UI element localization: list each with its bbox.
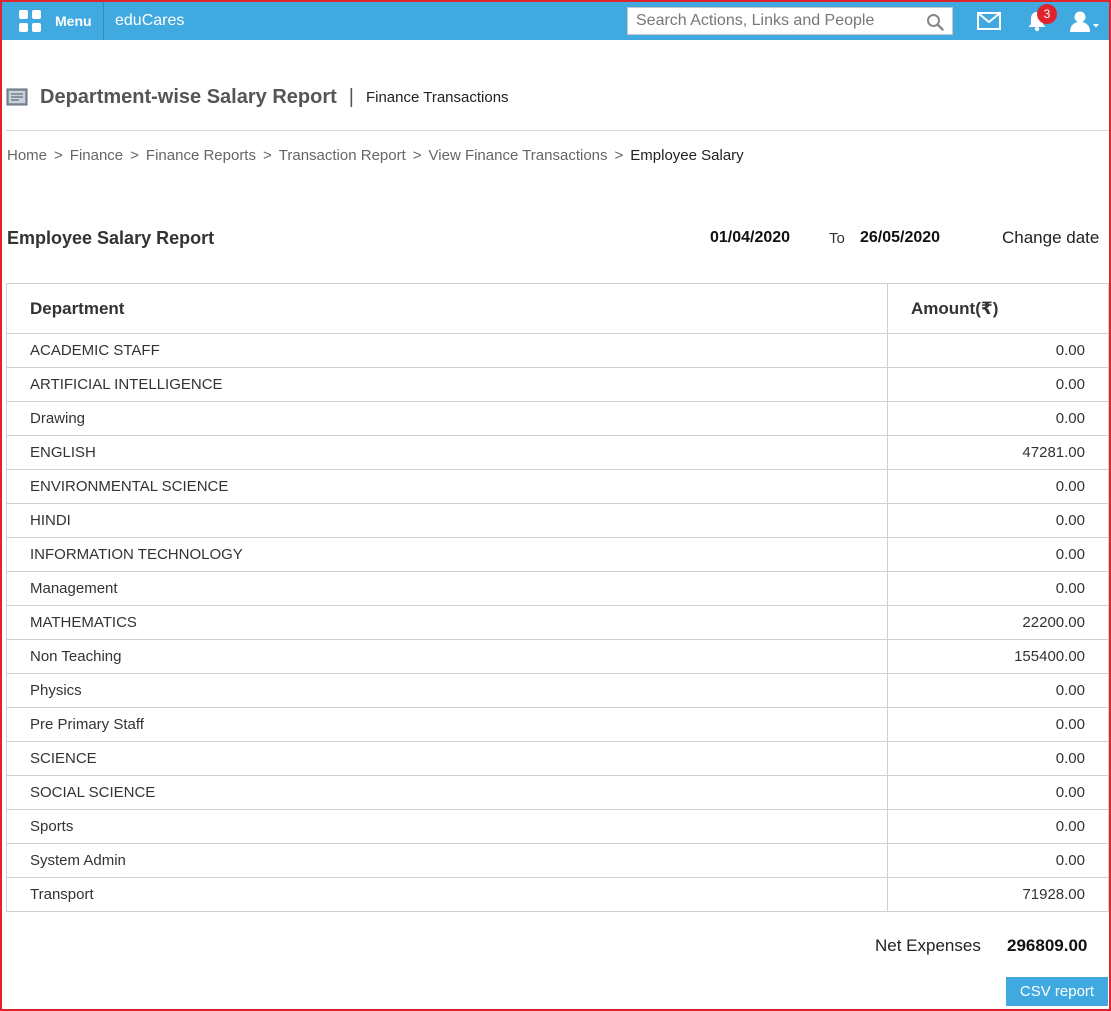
amount-cell: 0.00 [887,571,1109,606]
department-cell: ENVIRONMENTAL SCIENCE [6,469,888,504]
amount-cell: 0.00 [887,469,1109,504]
department-cell: System Admin [6,843,888,878]
table-row: Non Teaching 155400.00 [6,639,1109,674]
breadcrumb-home[interactable]: Home [7,147,47,164]
department-cell: Pre Primary Staff [6,707,888,742]
brand-link[interactable]: eduCares [115,2,184,40]
table-row: Sports 0.00 [6,809,1109,844]
amount-cell: 22200.00 [887,605,1109,640]
amount-cell: 0.00 [887,673,1109,708]
amount-cell: 0.00 [887,775,1109,810]
top-navigation-bar: Menu eduCares 3 [2,2,1109,40]
amount-cell: 0.00 [887,707,1109,742]
table-row: Drawing 0.00 [6,401,1109,436]
net-expenses-value: 296809.00 [1007,936,1088,955]
page-header: Department-wise Salary Report | Finance … [6,82,509,112]
user-icon[interactable] [1068,10,1100,32]
table-row: Transport 71928.00 [6,877,1109,912]
page-subtitle: Finance Transactions [365,88,509,106]
amount-column-header: Amount(₹) [887,283,1109,334]
net-expenses-label: Net Expenses [875,936,981,955]
amount-cell: 0.00 [887,503,1109,538]
amount-cell: 0.00 [887,537,1109,572]
breadcrumb-separator: > [412,147,422,164]
table-row: ENVIRONMENTAL SCIENCE 0.00 [6,469,1109,504]
breadcrumb-separator: > [54,147,63,164]
amount-cell: 0.00 [887,809,1109,844]
department-cell: Transport [6,877,888,912]
amount-cell: 0.00 [887,843,1109,878]
table-row: Pre Primary Staff 0.00 [6,707,1109,742]
date-from: 01/04/2020 [710,229,791,246]
table-row: ACADEMIC STAFF 0.00 [6,333,1109,368]
breadcrumb-transaction-report[interactable]: Transaction Report [279,147,406,164]
amount-cell: 0.00 [887,367,1109,402]
department-cell: MATHEMATICS [6,605,888,640]
table-row: ARTIFICIAL INTELLIGENCE 0.00 [6,367,1109,402]
department-cell: ARTIFICIAL INTELLIGENCE [6,367,888,402]
breadcrumb-separator: > [614,147,624,164]
table-row: SCIENCE 0.00 [6,741,1109,776]
department-cell: SCIENCE [6,741,888,776]
amount-cell: 0.00 [887,401,1109,436]
mail-icon[interactable] [977,12,1001,30]
breadcrumb-finance-reports[interactable]: Finance Reports [146,147,256,164]
amount-cell: 155400.00 [887,639,1109,674]
department-cell: ENGLISH [6,435,888,470]
department-cell: Management [6,571,888,606]
search-input[interactable] [628,8,918,34]
table-row: SOCIAL SCIENCE 0.00 [6,775,1109,810]
breadcrumb-view-finance-transactions[interactable]: View Finance Transactions [429,147,608,164]
breadcrumb-separator: > [262,147,272,164]
table-row: Management 0.00 [6,571,1109,606]
department-cell: SOCIAL SCIENCE [6,775,888,810]
table-row: ENGLISH 47281.00 [6,435,1109,470]
csv-report-button[interactable]: CSV report [1006,977,1108,1006]
menu-label: Menu [55,13,92,29]
title-separator: | [348,85,354,108]
department-cell: HINDI [6,503,888,538]
table-row: MATHEMATICS 22200.00 [6,605,1109,640]
department-cell: Physics [6,673,888,708]
date-to: 26/05/2020 [860,229,941,246]
amount-cell: 0.00 [887,741,1109,776]
search-box [627,7,953,35]
change-date-link[interactable]: Change date [1002,228,1099,248]
salary-table: Department Amount(₹) ACADEMIC STAFF 0.00 A… [6,283,1109,912]
department-cell: Sports [6,809,888,844]
amount-cell: 47281.00 [887,435,1109,470]
department-cell: Non Teaching [6,639,888,674]
department-column-header: Department [6,283,888,334]
header-divider [6,130,1109,131]
department-cell: ACADEMIC STAFF [6,333,888,368]
menu-button[interactable]: Menu [10,2,104,40]
report-title: Employee Salary Report [7,228,215,248]
breadcrumb-finance[interactable]: Finance [70,147,123,164]
report-icon [6,88,28,106]
breadcrumb: Home > Finance > Finance Reports > Transaction… [7,147,744,164]
search-icon[interactable] [926,13,944,31]
table-header-row: Department Amount(₹) [6,283,1109,334]
table-row: INFORMATION TECHNOLOGY 0.00 [6,537,1109,572]
notification-badge: 3 [1037,4,1057,24]
grid-icon [19,10,41,32]
amount-cell: 0.00 [887,333,1109,368]
department-cell: INFORMATION TECHNOLOGY [6,537,888,572]
page-title: Department-wise Salary Report [40,85,337,108]
date-to-label: To [829,230,845,247]
table-row: Physics 0.00 [6,673,1109,708]
breadcrumb-separator: > [130,147,139,164]
amount-cell: 71928.00 [887,877,1109,912]
table-row: System Admin 0.00 [6,843,1109,878]
department-cell: Drawing [6,401,888,436]
breadcrumb-employee-salary: Employee Salary [630,147,744,164]
table-row: HINDI 0.00 [6,503,1109,538]
